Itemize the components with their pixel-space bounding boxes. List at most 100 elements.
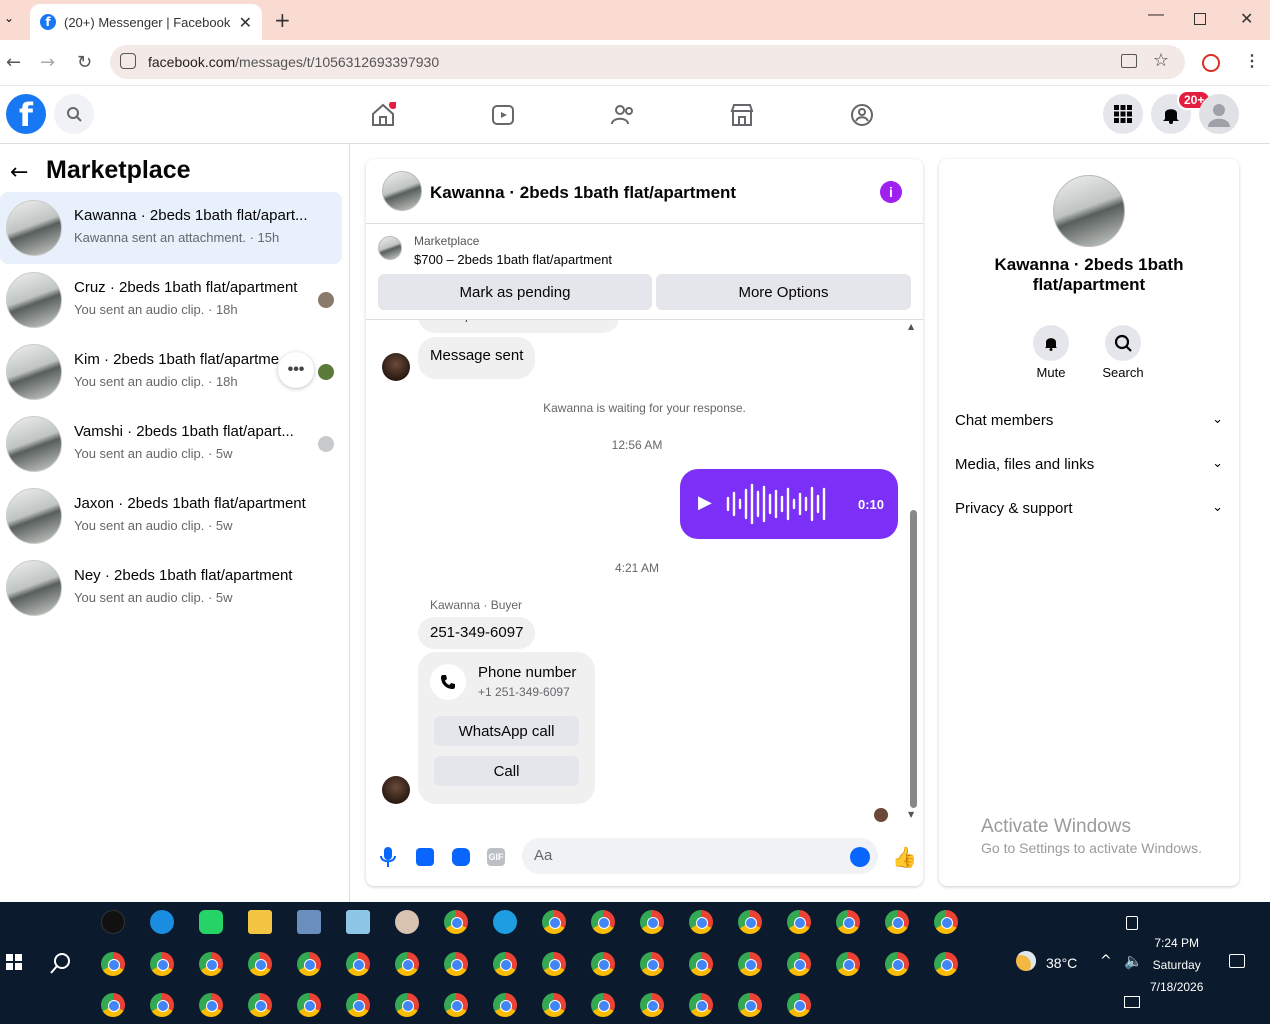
voice-message[interactable]: ▶ 0:10 <box>680 469 898 539</box>
meet-icon[interactable] <box>1126 916 1138 930</box>
chrome-icon[interactable] <box>199 952 223 976</box>
chrome-icon[interactable] <box>591 910 615 934</box>
chrome-icon[interactable] <box>836 952 860 976</box>
gaming-icon[interactable] <box>849 102 875 128</box>
chrome-icon[interactable] <box>444 993 468 1017</box>
menu-button[interactable] <box>1103 94 1143 134</box>
mute-button[interactable] <box>1033 325 1069 361</box>
paint-icon[interactable] <box>395 910 419 934</box>
chrome-icon[interactable] <box>640 993 664 1017</box>
edge-icon[interactable] <box>493 910 517 934</box>
conversation-item[interactable]: Kawanna · 2beds 1bath flat/apart... Kawa… <box>0 192 342 264</box>
app-icon[interactable] <box>346 910 370 934</box>
emoji-icon[interactable] <box>850 847 870 867</box>
facebook-logo-icon[interactable]: f <box>6 94 46 134</box>
chrome-icon[interactable] <box>395 993 419 1017</box>
photo-icon[interactable] <box>416 848 434 866</box>
back-arrow-icon[interactable]: ← <box>10 160 28 185</box>
chrome-icon[interactable] <box>493 993 517 1017</box>
url-bar[interactable]: facebook.com/messages/t/1056312693397930… <box>110 45 1185 79</box>
new-tab-icon[interactable]: + <box>274 8 291 32</box>
chrome-icon[interactable] <box>101 952 125 976</box>
chrome-icon[interactable] <box>738 952 762 976</box>
windows-start-icon[interactable] <box>6 954 22 970</box>
close-tab-icon[interactable]: ✕ <box>239 13 252 33</box>
chrome-icon[interactable] <box>346 952 370 976</box>
chrome-icon[interactable] <box>542 952 566 976</box>
conversation-item[interactable]: Ney · 2beds 1bath flat/apartment You sen… <box>0 552 342 624</box>
account-button[interactable] <box>1199 94 1239 134</box>
conversation-item[interactable]: Cruz · 2beds 1bath flat/apartment You se… <box>0 264 342 336</box>
chrome-icon[interactable] <box>542 910 566 934</box>
chrome-icon[interactable] <box>640 952 664 976</box>
chrome-icon[interactable] <box>689 993 713 1017</box>
skype-icon[interactable] <box>150 910 174 934</box>
home-icon[interactable] <box>370 102 396 128</box>
chrome-icon[interactable] <box>885 910 909 934</box>
forward-icon[interactable]: → <box>40 52 55 73</box>
chrome-icon[interactable] <box>885 952 909 976</box>
chrome-icon[interactable] <box>444 910 468 934</box>
mark-as-pending-button[interactable]: Mark as pending <box>378 274 652 310</box>
chat-avatar[interactable] <box>382 171 422 211</box>
search-conversation-button[interactable] <box>1105 325 1141 361</box>
chrome-icon[interactable] <box>248 952 272 976</box>
tiktok-icon[interactable] <box>101 910 125 934</box>
reload-icon[interactable]: ↻ <box>77 52 92 73</box>
more-options-icon[interactable]: ••• <box>278 352 314 388</box>
chrome-icon[interactable] <box>591 993 615 1017</box>
conversation-item[interactable]: Vamshi · 2beds 1bath flat/apart... You s… <box>0 408 342 480</box>
search-button[interactable] <box>54 94 94 134</box>
chrome-icon[interactable] <box>689 952 713 976</box>
restore-icon[interactable] <box>1194 13 1206 25</box>
scrollbar-thumb[interactable] <box>910 510 917 808</box>
more-options-button[interactable]: More Options <box>656 274 911 310</box>
chrome-icon[interactable] <box>934 952 958 976</box>
notification-center-icon[interactable] <box>1229 954 1245 968</box>
marketplace-icon[interactable] <box>729 102 755 128</box>
chrome-icon[interactable] <box>640 910 664 934</box>
site-info-icon[interactable] <box>120 53 136 69</box>
chrome-icon[interactable] <box>395 952 419 976</box>
chat-title[interactable]: Kawanna · 2beds 1bath flat/apartment <box>430 183 736 203</box>
chrome-icon[interactable] <box>689 910 713 934</box>
weather-icon[interactable] <box>1016 951 1036 971</box>
bookmark-star-icon[interactable]: ☆ <box>1153 50 1169 71</box>
like-icon[interactable]: 👍 <box>892 845 917 869</box>
minimize-icon[interactable]: — <box>1148 6 1164 24</box>
close-window-icon[interactable]: ✕ <box>1240 9 1253 28</box>
video-icon[interactable] <box>490 102 516 128</box>
chrome-icon[interactable] <box>787 952 811 976</box>
chrome-icon[interactable] <box>787 993 811 1017</box>
file-explorer-icon[interactable] <box>248 910 272 934</box>
chrome-icon[interactable] <box>346 993 370 1017</box>
browser-menu-icon[interactable]: ⋮ <box>1244 51 1260 71</box>
chrome-icon[interactable] <box>297 952 321 976</box>
chrome-icon[interactable] <box>787 910 811 934</box>
message-input[interactable]: Aa <box>522 838 878 874</box>
chrome-icon[interactable] <box>444 952 468 976</box>
app-icon[interactable] <box>297 910 321 934</box>
temperature[interactable]: 38°C <box>1046 955 1077 971</box>
info-icon[interactable]: i <box>880 181 902 203</box>
chrome-icon[interactable] <box>738 910 762 934</box>
conversation-item[interactable]: Jaxon · 2beds 1bath flat/apartment You s… <box>0 480 342 552</box>
sticker-icon[interactable] <box>452 848 470 866</box>
friends-icon[interactable] <box>610 102 636 128</box>
call-button[interactable]: Call <box>434 756 579 786</box>
chrome-icon[interactable] <box>248 993 272 1017</box>
scroll-up-icon[interactable]: ▲ <box>908 322 914 331</box>
volume-icon[interactable]: 🔈 <box>1124 952 1143 970</box>
chrome-icon[interactable] <box>591 952 615 976</box>
scroll-down-icon[interactable]: ▼ <box>908 810 914 819</box>
chrome-icon[interactable] <box>493 952 517 976</box>
chrome-icon[interactable] <box>150 993 174 1017</box>
network-icon[interactable] <box>1124 996 1140 1008</box>
gif-icon[interactable]: GIF <box>487 848 505 866</box>
chrome-icon[interactable] <box>836 910 860 934</box>
back-icon[interactable]: ← <box>6 52 21 73</box>
install-app-icon[interactable] <box>1121 54 1137 68</box>
chrome-icon[interactable] <box>542 993 566 1017</box>
browser-tab-active[interactable]: f (20+) Messenger | Facebook ✕ <box>30 4 262 40</box>
chrome-icon[interactable] <box>150 952 174 976</box>
